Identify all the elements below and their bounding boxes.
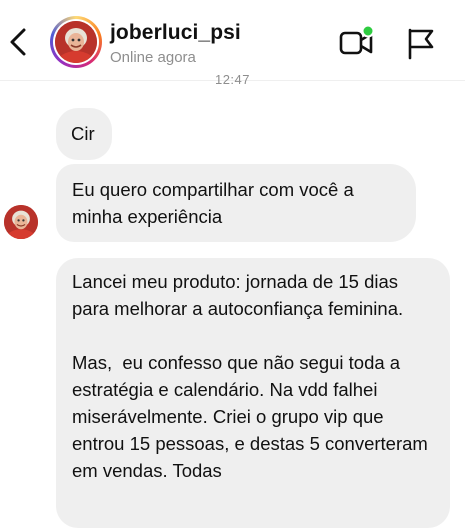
message-paragraph: Mas, eu confesso que não segui toda a es… bbox=[72, 352, 433, 481]
online-status: Online agora bbox=[110, 49, 196, 66]
profile-avatar[interactable] bbox=[50, 16, 102, 68]
message-bubble[interactable]: Cir bbox=[56, 108, 112, 160]
message-paragraph: Lancei meu produto: jornada de 15 dias p… bbox=[72, 271, 404, 319]
message-bubble[interactable]: Lancei meu produto: jornada de 15 dias p… bbox=[56, 258, 450, 528]
chat-header: joberluci_psi Online agora bbox=[0, 0, 465, 81]
flag-icon[interactable] bbox=[404, 26, 438, 60]
video-call-icon[interactable] bbox=[338, 24, 376, 62]
sender-avatar[interactable] bbox=[4, 205, 38, 239]
chat-username[interactable]: joberluci_psi bbox=[110, 21, 241, 45]
message-bubble[interactable]: Eu quero compartilhar com você a minha e… bbox=[56, 164, 416, 242]
back-chevron-icon[interactable] bbox=[4, 22, 34, 62]
message-timestamp: 12:47 bbox=[214, 72, 251, 87]
